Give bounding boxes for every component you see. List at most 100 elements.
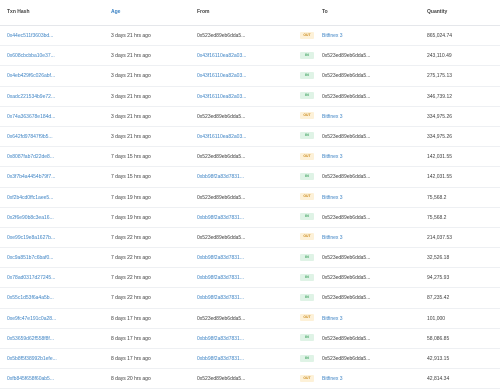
from-address-link[interactable]: 0xbb98f2a83d7831...	[197, 174, 244, 180]
txn-quantity: 346,739.12	[427, 93, 453, 100]
txn-quantity: 42,814.34	[427, 376, 450, 383]
txn-quantity: 275,175.13	[427, 73, 453, 80]
txn-quantity: 142,031.55	[427, 174, 453, 181]
direction-badge: OUT	[300, 314, 314, 322]
txn-age: 8 days 20 hrs ago	[111, 376, 151, 383]
txn-hash-link[interactable]: 0x78ad0317d27245...	[7, 275, 55, 281]
direction-badge: IN	[300, 293, 314, 301]
txn-age: 7 days 22 hrs ago	[111, 275, 151, 282]
txn-quantity: 243,110.49	[427, 53, 452, 60]
direction-badge: IN	[300, 51, 314, 59]
from-address: 0x523ed89eb6dda5...	[197, 194, 246, 201]
direction-badge: IN	[300, 132, 314, 140]
table-row: 0x642fd97847f9b5... 3 days 21 hrs ago 0x43…	[0, 127, 500, 148]
table-row: 0x5b8f5f38992b1efe... 8 days 17 hrs ago 0x…	[0, 349, 500, 370]
header-to: To	[322, 9, 328, 15]
direction-badge: IN	[300, 253, 314, 261]
txn-age: 8 days 17 hrs ago	[111, 356, 151, 362]
from-address-link[interactable]: 0xbb98f2a83d7831...	[197, 336, 244, 342]
table-row: 0xc9a851b7c6baf0... 7 days 22 hrs ago 0xbb…	[0, 248, 500, 269]
txn-quantity: 42,913.15	[427, 356, 450, 362]
txn-hash-link[interactable]: 0xadc221534b9e72...	[7, 94, 55, 100]
txn-hash-link[interactable]: 0x53659d62f558f8f...	[7, 336, 54, 342]
to-address-link[interactable]: Bitfinex 3	[322, 316, 343, 322]
direction-badge: IN	[300, 354, 314, 362]
from-address-link[interactable]: 0xbb98f2a83d7831...	[197, 356, 244, 362]
txn-age: 3 days 21 hrs ago	[111, 93, 151, 100]
from-address-link[interactable]: 0x43f16110ea82a03...	[197, 134, 246, 140]
txn-hash-link[interactable]: 0xe9fc47e191c0a28...	[7, 316, 56, 322]
table-row: 0x2f6e90b8c3ea16... 7 days 19 hrs ago 0xbb…	[0, 208, 500, 228]
txn-age: 3 days 21 hrs ago	[111, 133, 151, 140]
from-address: 0x523ed89eb6dda5...	[197, 315, 246, 322]
txn-hash-link[interactable]: 0xe99c19e8a1627b...	[7, 235, 55, 241]
from-address-link[interactable]: 0xbb98f2a83d7831...	[197, 275, 244, 281]
txn-quantity: 75,568.2	[427, 194, 447, 201]
from-address: 0x523ed89eb6dda5...	[197, 234, 246, 241]
to-address: 0x523ed89eb6dda5...	[322, 174, 371, 181]
txn-hash-link[interactable]: 0x55c1d53f6a4a5b...	[7, 295, 54, 301]
txn-hash-link[interactable]: 0xf2b4cd0ffc1aee5...	[7, 195, 53, 201]
txn-age: 7 days 19 hrs ago	[111, 214, 151, 221]
table-row: 0xe9fc47e191c0a28... 8 days 17 hrs ago 0x5…	[0, 309, 500, 329]
table-row: 0x74a363678e184d... 3 days 21 hrs ago 0x52…	[0, 107, 500, 127]
table-header: Txn Hash Age From To Quantity	[0, 0, 500, 26]
table-row: 0x78ad0317d27245... 7 days 22 hrs ago 0xbb…	[0, 268, 500, 289]
txn-hash-link[interactable]: 0xc9a851b7c6baf0...	[7, 255, 53, 261]
to-address: 0x523ed89eb6dda5...	[322, 356, 371, 362]
txn-hash-link[interactable]: 0xfb845f658f60ab5...	[7, 376, 54, 382]
txn-hash-link[interactable]: 0x642fd97847f9b5...	[7, 134, 53, 140]
txn-hash-link[interactable]: 0x5b8f5f38992b1efe...	[7, 356, 57, 362]
txn-age: 7 days 22 hrs ago	[111, 234, 151, 241]
from-address-link[interactable]: 0xbb98f2a83d7831...	[197, 255, 244, 261]
from-address-link[interactable]: 0xbb98f2a83d7831...	[197, 215, 244, 221]
header-age-toggle[interactable]: Age	[111, 9, 120, 15]
txn-hash-link[interactable]: 0x8087fab7d22de8...	[7, 154, 54, 160]
txn-quantity: 865,024.74	[427, 33, 453, 39]
txn-hash-link[interactable]: 0x3f7b4a4454b79f7...	[7, 174, 55, 180]
header-from: From	[197, 9, 210, 15]
direction-badge: IN	[300, 92, 314, 100]
transactions-table: Txn Hash Age From To Quantity 0x44ec511f…	[0, 0, 500, 389]
to-address-link[interactable]: Bitfinex 3	[322, 33, 343, 39]
from-address: 0x523ed89eb6dda5...	[197, 154, 246, 161]
to-address-link[interactable]: Bitfinex 3	[322, 235, 343, 241]
direction-badge: OUT	[300, 374, 314, 382]
table-row: 0x53659d62f558f8f... 8 days 17 hrs ago 0xb…	[0, 329, 500, 349]
from-address-link[interactable]: 0x43f16110ea82a03...	[197, 53, 246, 59]
from-address-link[interactable]: 0xbb98f2a83d7831...	[197, 295, 244, 301]
txn-age: 7 days 19 hrs ago	[111, 194, 151, 201]
txn-hash-link[interactable]: 0x74a363678e184d...	[7, 114, 55, 120]
txn-age: 7 days 15 hrs ago	[111, 154, 151, 161]
txn-hash-link[interactable]: 0x44ec511f3603bd...	[7, 33, 53, 39]
txn-age: 8 days 17 hrs ago	[111, 315, 151, 322]
direction-badge: OUT	[300, 112, 314, 120]
txn-quantity: 94,275.93	[427, 275, 450, 282]
txn-quantity: 101,000	[427, 315, 446, 322]
to-address: 0x523ed89eb6dda5...	[322, 295, 371, 302]
txn-hash-link[interactable]: 0x4eb429f6c026abf...	[7, 73, 55, 79]
to-address: 0x523ed89eb6dda5...	[322, 275, 371, 282]
table-row: 0xfb845f658f60ab5... 8 days 20 hrs ago 0x5…	[0, 369, 500, 389]
txn-hash-link[interactable]: 0x608cbcbba10e37...	[7, 53, 55, 59]
direction-badge: IN	[300, 273, 314, 281]
table-row: 0x3f7b4a4454b79f7... 7 days 15 hrs ago 0xb…	[0, 167, 500, 188]
txn-hash-link[interactable]: 0x2f6e90b8c3ea16...	[7, 215, 54, 221]
direction-badge: OUT	[300, 193, 314, 200]
table-row: 0x55c1d53f6a4a5b... 7 days 22 hrs ago 0xbb…	[0, 288, 500, 309]
direction-badge: OUT	[300, 31, 314, 39]
txn-quantity: 214,037.53	[427, 234, 453, 241]
to-address-link[interactable]: Bitfinex 3	[322, 376, 343, 382]
txn-age: 3 days 21 hrs ago	[111, 53, 151, 60]
table-body: 0x44ec511f3603bd... 3 days 21 hrs ago 0x52…	[0, 26, 500, 389]
to-address-link[interactable]: Bitfinex 3	[322, 114, 343, 120]
to-address: 0x523ed89eb6dda5...	[322, 133, 371, 140]
txn-quantity: 87,235.42	[427, 295, 450, 302]
from-address: 0x523ed89eb6dda5...	[197, 113, 246, 120]
to-address-link[interactable]: Bitfinex 3	[322, 195, 343, 201]
txn-quantity: 75,568.2	[427, 214, 447, 221]
table-row: 0x44ec511f3603bd... 3 days 21 hrs ago 0x52…	[0, 26, 500, 47]
to-address-link[interactable]: Bitfinex 3	[322, 154, 343, 160]
from-address-link[interactable]: 0x43f16110ea82a03...	[197, 94, 246, 100]
from-address-link[interactable]: 0x43f16110ea82a03...	[197, 73, 246, 79]
